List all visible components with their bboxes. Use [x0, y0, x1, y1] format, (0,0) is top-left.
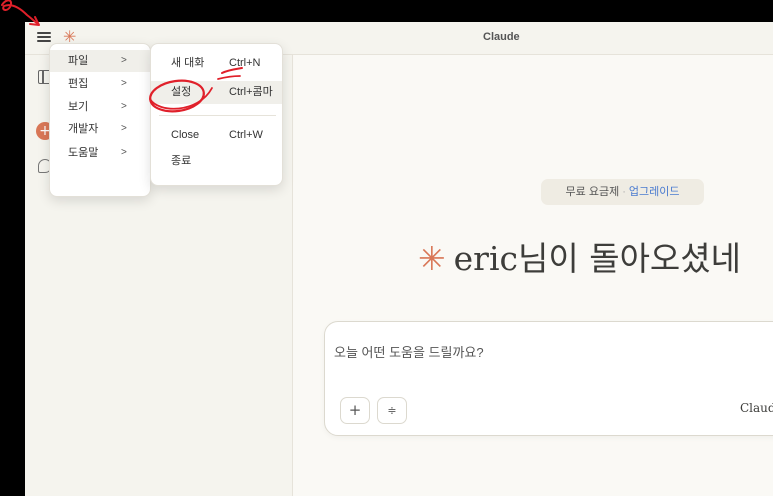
- claude-star-icon: ✳: [418, 239, 446, 278]
- chevron-right-icon: >: [121, 123, 127, 134]
- menu-item-developer[interactable]: 개발자 >: [50, 118, 150, 140]
- file-submenu: 새 대화 Ctrl+N 설정 Ctrl+콤마 Close Ctrl+W 종료: [150, 43, 283, 186]
- tools-settings-button[interactable]: ≑: [377, 397, 407, 424]
- annotation-arrow: [1, 0, 39, 25]
- menu-item-view[interactable]: 보기 >: [50, 96, 150, 118]
- shortcut-label: Ctrl+N: [229, 57, 261, 69]
- chevron-right-icon: >: [121, 147, 127, 158]
- plan-label: 무료 요금제: [565, 186, 620, 198]
- shortcut-label: Ctrl+콤마: [229, 86, 273, 98]
- upgrade-link[interactable]: 업그레이드: [629, 186, 680, 198]
- claude-app-window: ✳ Claude + 무료 요금제 · 업그레이드 ✳ eric님이 돌아오셨네 오늘…: [25, 22, 773, 496]
- shortcut-label: Ctrl+W: [229, 129, 263, 141]
- menu-item-close[interactable]: Close Ctrl+W: [151, 124, 282, 147]
- composer-input[interactable]: 오늘 어떤 도움을 드릴까요?: [334, 342, 484, 361]
- menu-item-edit[interactable]: 편집 >: [50, 73, 150, 95]
- plan-separator: ·: [622, 186, 626, 198]
- window-title: Claude: [483, 31, 520, 43]
- chevron-right-icon: >: [121, 101, 127, 112]
- model-selector[interactable]: Claude: [740, 401, 773, 415]
- menu-item-file[interactable]: 파일 >: [50, 50, 150, 72]
- app-menu: 파일 > 편집 > 보기 > 개발자 > 도움말 >: [49, 43, 151, 197]
- greeting-heading: ✳ eric님이 돌아오셨네: [418, 233, 741, 285]
- chevron-right-icon: >: [121, 55, 127, 66]
- add-attachment-button[interactable]: +: [340, 397, 370, 424]
- menu-item-new-chat[interactable]: 새 대화 Ctrl+N: [151, 52, 282, 75]
- menu-item-settings[interactable]: 설정 Ctrl+콤마: [151, 81, 282, 104]
- chevron-right-icon: >: [121, 78, 127, 89]
- menu-divider: [159, 115, 276, 116]
- plan-badge: 무료 요금제 · 업그레이드: [541, 179, 704, 205]
- hamburger-menu-icon[interactable]: [37, 30, 51, 44]
- greeting-text: eric님이 돌아오셨네: [453, 239, 742, 278]
- message-composer[interactable]: 오늘 어떤 도움을 드릴까요? + ≑ Claude: [324, 321, 773, 436]
- menu-item-quit[interactable]: 종료: [151, 150, 282, 173]
- menu-item-help[interactable]: 도움말 >: [50, 142, 150, 164]
